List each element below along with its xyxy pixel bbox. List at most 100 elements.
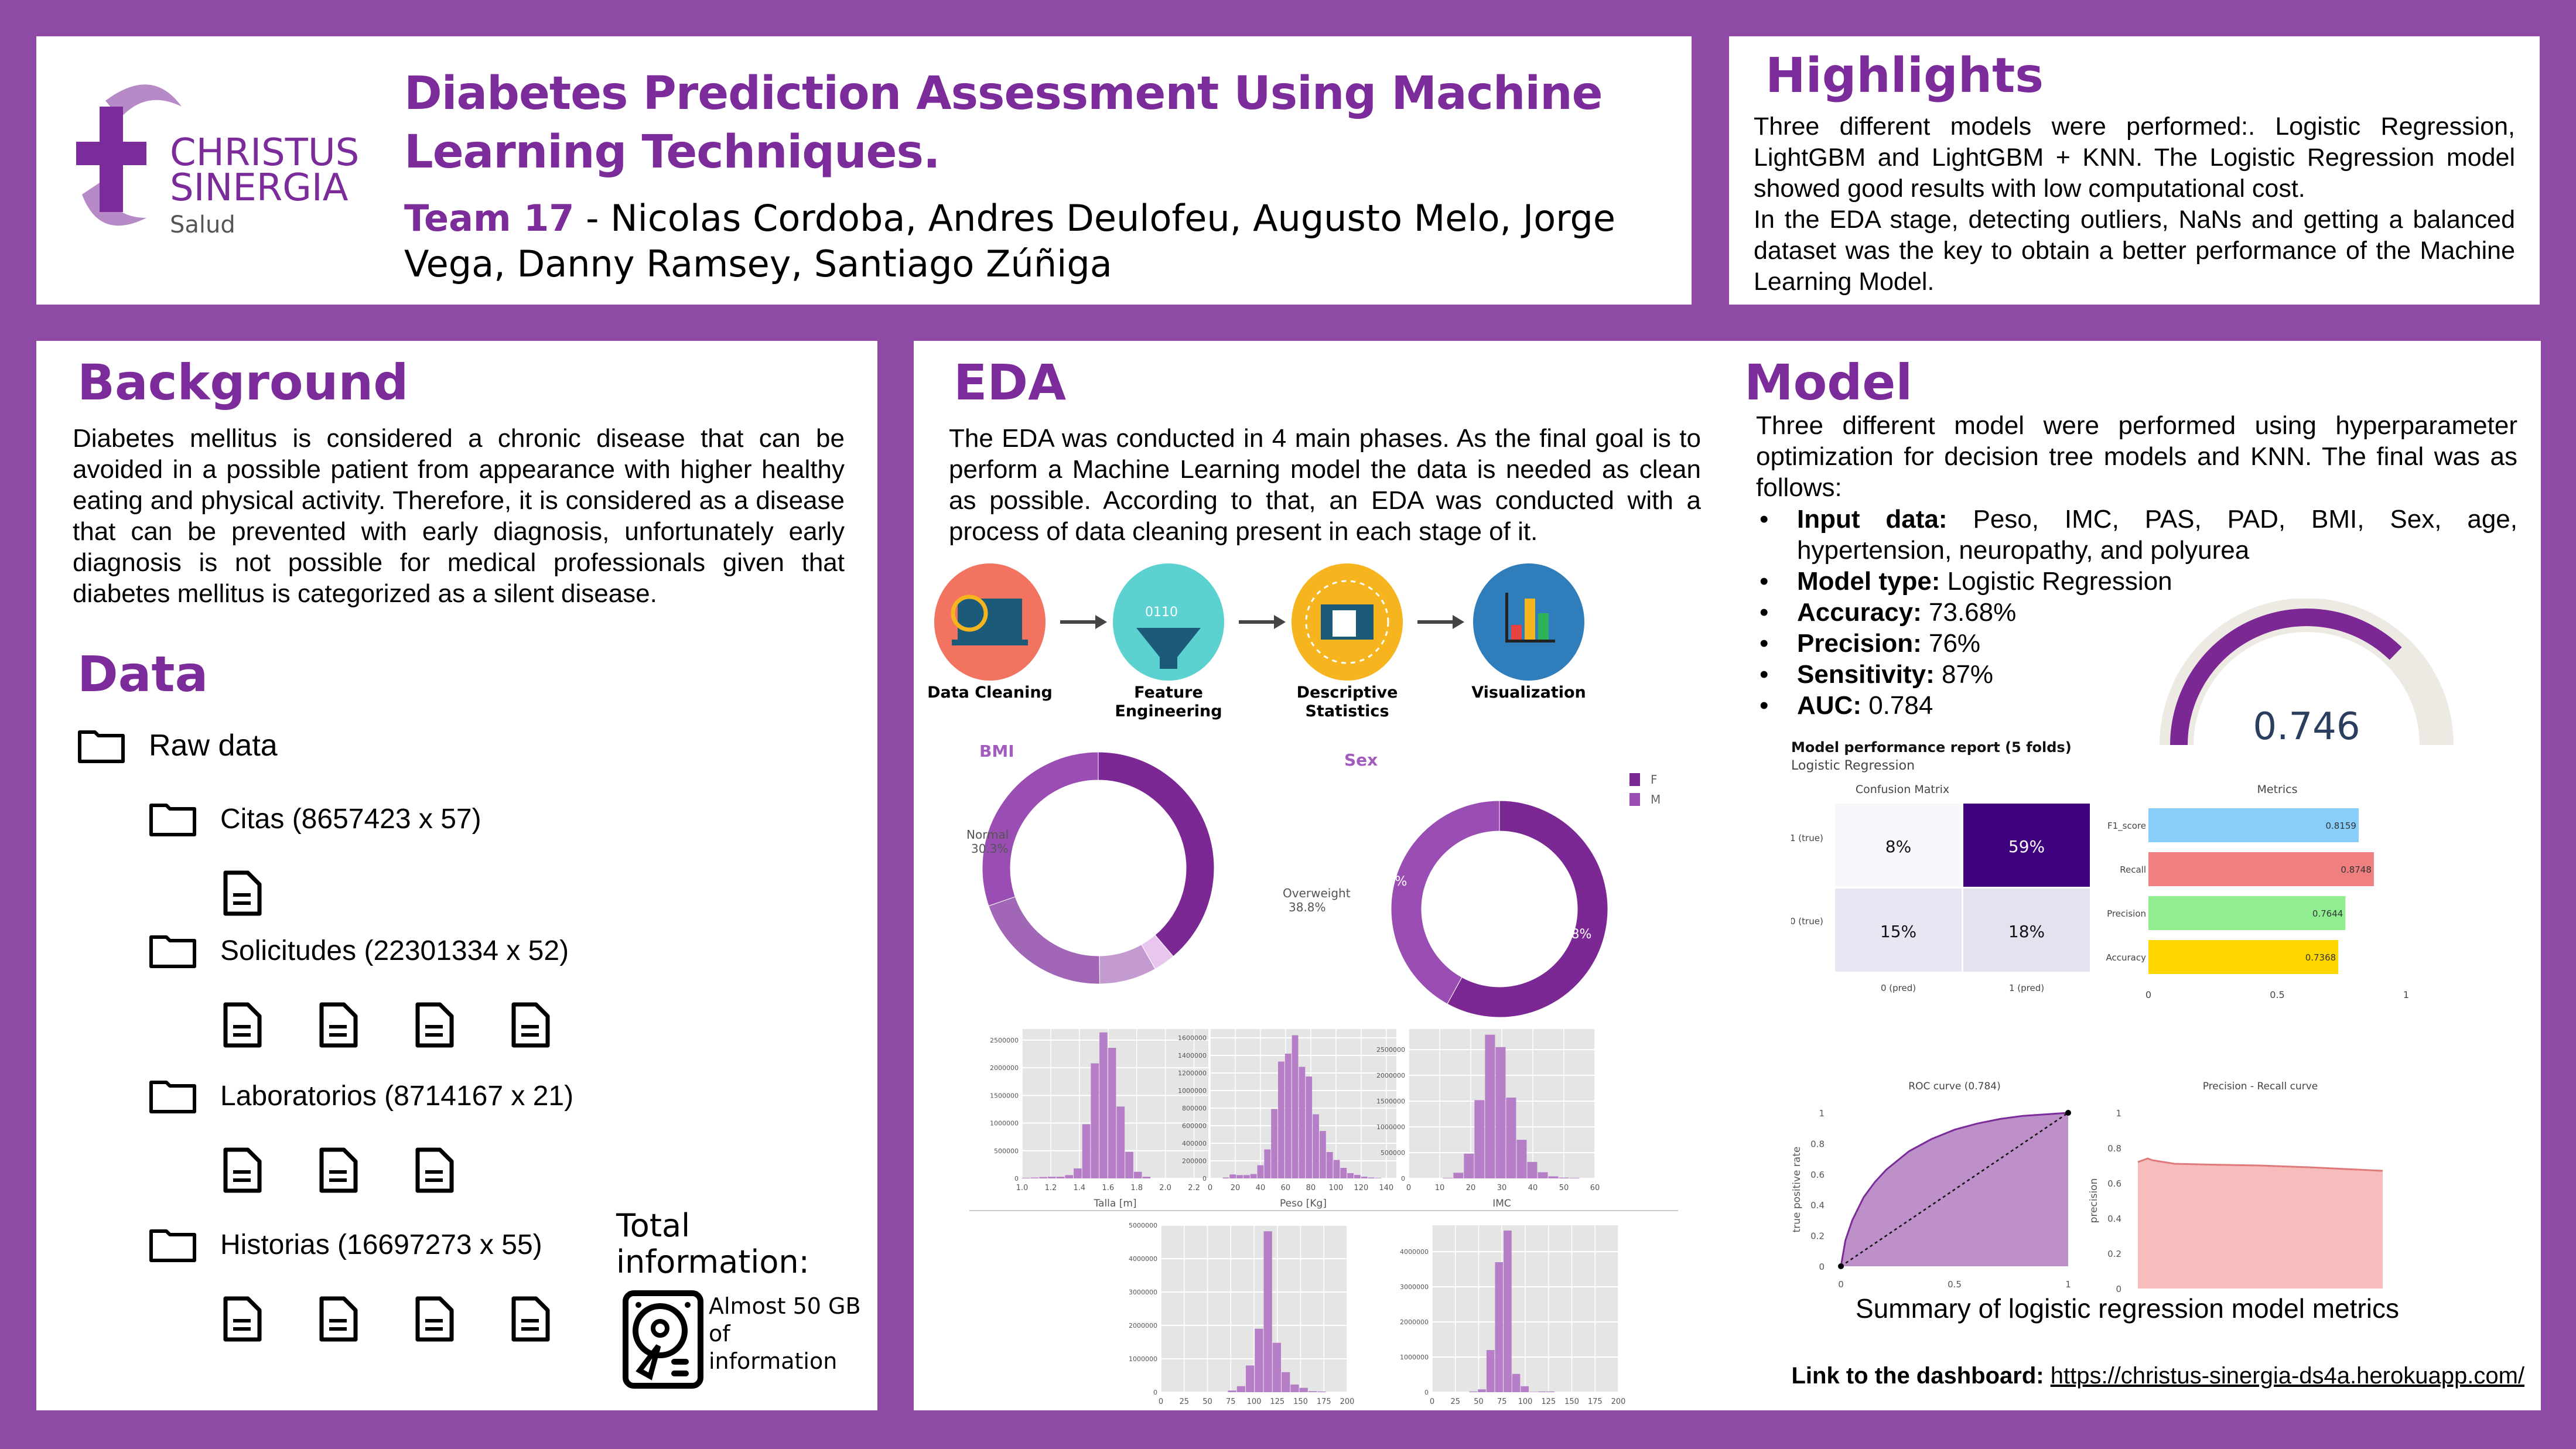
- hist-bar: [1108, 1048, 1116, 1178]
- total-information-value: Almost 50 GB of information: [709, 1293, 861, 1374]
- donut-slice-overweight: [1098, 751, 1215, 957]
- x-tick-label: 60: [1281, 1184, 1291, 1192]
- hist-bar: [1271, 1109, 1278, 1178]
- roc-x-tick: 0: [1838, 1279, 1844, 1290]
- y-tick-label: 2000000: [1376, 1072, 1405, 1079]
- x-tick-label: 150: [1293, 1397, 1308, 1406]
- hist-bar: [1272, 1342, 1282, 1392]
- model-intro: Three different model were performed usi…: [1756, 411, 2517, 502]
- hard-drive-icon: [622, 1290, 704, 1389]
- hist-bar: [1246, 1365, 1255, 1392]
- roc-y-tick: 0.4: [1810, 1200, 1825, 1211]
- model-bullet: Model type: Logistic Regression: [1756, 566, 2517, 597]
- folder-label: Citas (8657423 x 57): [220, 803, 481, 835]
- dashboard-link[interactable]: https://christus-sinergia-ds4a.herokuapp…: [2051, 1363, 2524, 1389]
- bullet-value: 76%: [1921, 629, 1981, 658]
- logo-line2: SINERGIA: [170, 166, 349, 210]
- author-names: - Nicolas Cordoba, Andres Deulofeu, Augu…: [404, 197, 1616, 285]
- file-group: [223, 1002, 551, 1048]
- hist-bar: [1299, 1388, 1308, 1392]
- phase-label: Descriptive Statistics: [1296, 684, 1398, 720]
- roc-point: [1838, 1263, 1844, 1269]
- x-tick-label: 2.0: [1159, 1184, 1171, 1192]
- y-tick-label: 1600000: [1178, 1034, 1207, 1042]
- file-icon: [223, 1147, 262, 1194]
- model-heading: Model: [1744, 354, 1913, 411]
- x-tick-label: 125: [1541, 1397, 1556, 1406]
- hist-bar: [1521, 1386, 1529, 1392]
- model-panel: Model Three different model were perform…: [1733, 341, 2541, 1410]
- hist-bar: [1512, 1373, 1521, 1392]
- phase-label: Feature Engineering: [1115, 684, 1222, 720]
- metric-label: F1_score: [2107, 821, 2146, 832]
- christus-sinergia-logo: CHRISTUS SINERGIA Salud: [64, 71, 416, 271]
- hist-bar: [1255, 1328, 1263, 1392]
- y-tick-label: 0: [1153, 1389, 1157, 1396]
- bmi-slice-label: Overweight: [1283, 886, 1351, 900]
- file-icon: [511, 1002, 551, 1048]
- file-icon: [223, 1002, 262, 1048]
- hist-bar: [1485, 1034, 1495, 1178]
- x-tick-label: 2.2: [1188, 1184, 1200, 1192]
- confusion-matrix-title: Confusion Matrix: [1856, 783, 1949, 796]
- hist-bar: [1250, 1174, 1257, 1178]
- phase-label: Visualization: [1471, 684, 1586, 702]
- folder-raw-data: Raw data: [77, 727, 278, 764]
- hist-bar: [1506, 1097, 1516, 1178]
- phase-icon-2: 0110: [1113, 563, 1224, 681]
- hist-bar: [1464, 1153, 1474, 1178]
- y-tick-label: 3000000: [1129, 1289, 1157, 1296]
- hist-bar: [1264, 1149, 1271, 1178]
- donut-slice-obese: [988, 896, 1101, 985]
- x-tick-label: 175: [1317, 1397, 1331, 1406]
- hist-bar: [1082, 1124, 1091, 1178]
- x-tick-label: 1.0: [1016, 1184, 1029, 1192]
- hist-bar: [1282, 1372, 1290, 1392]
- pr-y-tick: 0.6: [2107, 1178, 2121, 1189]
- header-panel: CHRISTUS SINERGIA Salud Diabetes Predict…: [36, 36, 1692, 305]
- hist-bar: [1474, 1100, 1485, 1178]
- author-list: Team 17 - Nicolas Cordoba, Andres Deulof…: [404, 196, 1663, 287]
- bmi-slice-value: 30.3%: [971, 842, 1009, 856]
- hist-bar: [1222, 1177, 1229, 1178]
- y-tick-label: 400000: [1182, 1140, 1207, 1147]
- hist-bar: [1065, 1175, 1074, 1178]
- y-tick-label: 2000000: [990, 1064, 1019, 1072]
- hist-bar: [1243, 1175, 1250, 1178]
- y-tick-label: 1500000: [990, 1092, 1019, 1099]
- hist-bar: [1116, 1106, 1125, 1178]
- x-tick-label: 100: [1247, 1397, 1262, 1406]
- x-tick-label: 200: [1340, 1397, 1355, 1406]
- hist-bar: [1308, 1391, 1317, 1392]
- folder-icon: [149, 801, 197, 837]
- hist-bar: [1056, 1177, 1065, 1178]
- bullet-label: AUC:: [1797, 691, 1861, 720]
- x-tick-label: 0: [1159, 1397, 1163, 1406]
- pr-y-tick: 0.4: [2107, 1214, 2121, 1224]
- hist-bar: [1229, 1174, 1236, 1178]
- pr-y-tick: 0.2: [2107, 1249, 2121, 1259]
- phase-icon-1: [934, 563, 1046, 681]
- hist-bar: [1142, 1177, 1151, 1178]
- hist-bar: [1368, 1177, 1375, 1178]
- hist-bar: [1125, 1151, 1133, 1178]
- y-tick-label: 4000000: [1129, 1255, 1157, 1263]
- roc-x-tick: 0.5: [1948, 1279, 1962, 1290]
- roc-y-tick: 0.6: [1810, 1170, 1825, 1180]
- y-tick-label: 5000000: [1129, 1222, 1157, 1229]
- eda-panel: EDA The EDA was conducted in 4 main phas…: [914, 341, 1733, 1413]
- eda-donut-charts: BMIOverweight38.8%Underweight3.02%Extrem…: [966, 741, 1661, 1018]
- y-tick-label: 1400000: [1178, 1052, 1207, 1060]
- folder-label: Historias (16697273 x 55): [220, 1229, 542, 1260]
- hist-bar: [1361, 1177, 1368, 1178]
- x-tick-label: 10: [1435, 1184, 1445, 1192]
- metric-label: Accuracy: [2106, 952, 2147, 963]
- x-tick-label: 50: [1474, 1397, 1484, 1406]
- hist-bar: [1299, 1067, 1306, 1178]
- svg-text:0110: 0110: [1145, 605, 1178, 620]
- x-tick-label: 1.4: [1074, 1184, 1086, 1192]
- folder-item: Citas (8657423 x 57): [149, 801, 481, 837]
- arrow-right-icon: [1417, 615, 1464, 629]
- pr-area: [2138, 1158, 2383, 1289]
- bmi-chart-title: BMI: [979, 741, 1014, 761]
